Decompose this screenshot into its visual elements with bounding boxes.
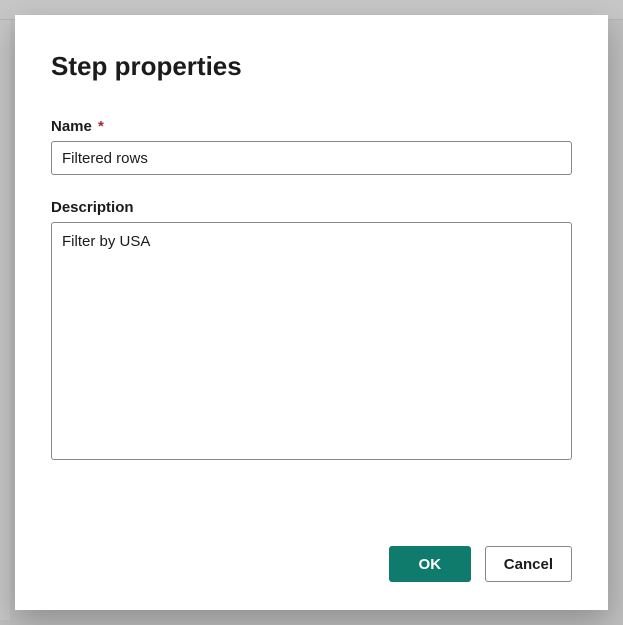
required-asterisk: * (98, 118, 104, 135)
dialog-footer: OK Cancel (51, 546, 572, 582)
ok-button[interactable]: OK (389, 546, 471, 582)
dialog-title: Step properties (51, 51, 572, 82)
description-textarea[interactable] (51, 222, 572, 460)
description-label: Description (51, 199, 572, 216)
cancel-button[interactable]: Cancel (485, 546, 572, 582)
name-input[interactable] (51, 141, 572, 175)
name-label: Name * (51, 118, 572, 135)
name-label-text: Name (51, 118, 92, 135)
step-properties-dialog: Step properties Name * Description OK Ca… (15, 15, 608, 610)
